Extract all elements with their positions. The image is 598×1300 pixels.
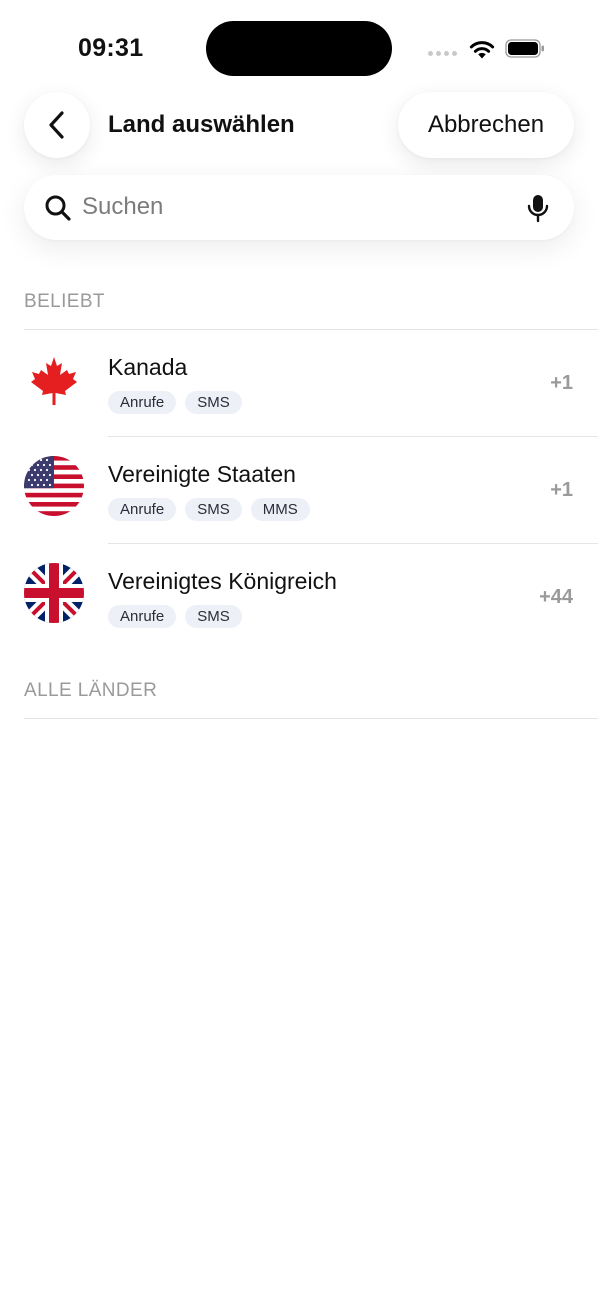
- tag-calls: Anrufe: [108, 605, 177, 628]
- section-label-popular: BELIEBT: [24, 291, 105, 312]
- dynamic-island: [206, 21, 392, 76]
- usa-flag-icon: [24, 456, 84, 516]
- battery-icon: [505, 39, 544, 58]
- wifi-icon: [469, 41, 495, 59]
- tag-mms: MMS: [250, 498, 310, 521]
- back-button[interactable]: [24, 92, 90, 158]
- dial-code: +1: [550, 479, 573, 501]
- country-row-united-kingdom[interactable]: Vereinigtes Königreich Anrufe SMS +44: [0, 544, 598, 650]
- signal-icon: [428, 51, 457, 56]
- status-time: 09:31: [78, 34, 144, 62]
- country-row-united-states[interactable]: Vereinigte Staaten Anrufe SMS MMS +1: [0, 437, 598, 543]
- chevron-left-icon: [49, 111, 64, 139]
- capability-tags: Anrufe SMS: [108, 391, 242, 414]
- navigation-header: Land auswählen Abbrechen: [0, 92, 598, 158]
- uk-flag-icon: [24, 563, 84, 623]
- page-title: Land auswählen: [108, 111, 295, 138]
- microphone-icon[interactable]: [524, 193, 552, 223]
- tag-sms: SMS: [185, 498, 242, 521]
- canada-flag-icon: [24, 349, 84, 409]
- section-label-all-countries: ALLE LÄNDER: [24, 680, 158, 701]
- tag-calls: Anrufe: [108, 498, 177, 521]
- cancel-button[interactable]: Abbrechen: [398, 92, 574, 158]
- tag-sms: SMS: [185, 391, 242, 414]
- dial-code: +44: [539, 586, 573, 608]
- capability-tags: Anrufe SMS: [108, 605, 242, 628]
- search-bar[interactable]: [24, 175, 574, 240]
- status-bar: 09:31: [0, 0, 598, 96]
- tag-sms: SMS: [185, 605, 242, 628]
- country-name: Vereinigte Staaten: [108, 461, 296, 487]
- divider: [24, 718, 598, 719]
- country-name: Kanada: [108, 354, 188, 380]
- country-name: Vereinigtes Königreich: [108, 568, 337, 594]
- tag-calls: Anrufe: [108, 391, 177, 414]
- dial-code: +1: [550, 372, 573, 394]
- search-icon: [45, 195, 71, 221]
- country-row-canada[interactable]: Kanada Anrufe SMS +1: [0, 330, 598, 436]
- capability-tags: Anrufe SMS MMS: [108, 498, 310, 521]
- search-input[interactable]: [82, 187, 512, 227]
- country-picker-screen: 09:31 Land auswählen Abbrechen Suchen BE…: [0, 0, 598, 1300]
